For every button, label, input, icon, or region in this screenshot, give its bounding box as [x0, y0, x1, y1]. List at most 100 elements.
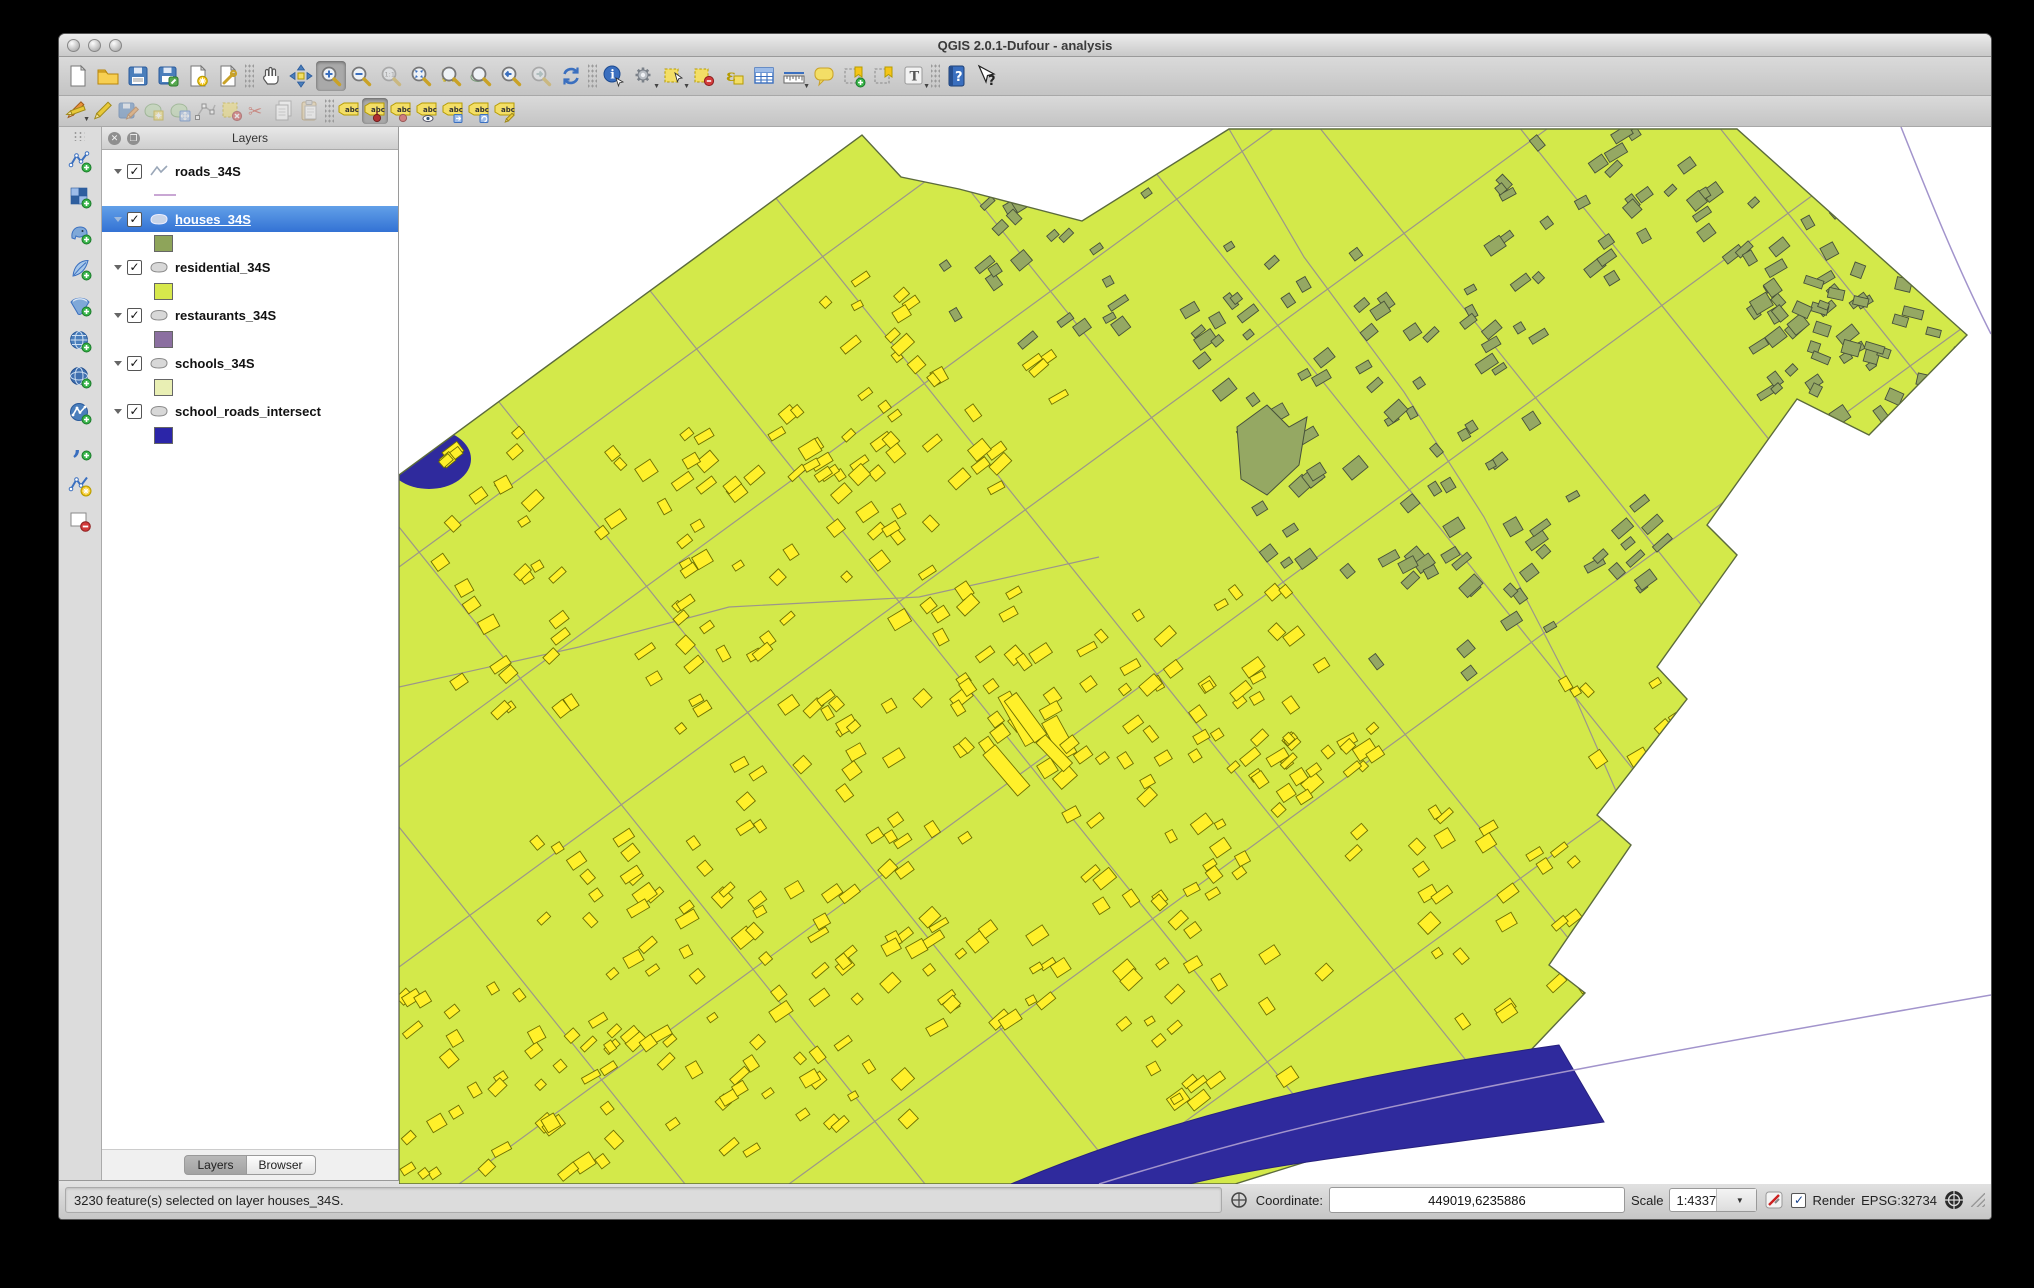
measure-line-icon[interactable]: ▼ [779, 61, 810, 91]
layer-visibility-checkbox[interactable]: ✓ [127, 403, 142, 419]
layer-visibility-checkbox[interactable]: ✓ [127, 211, 142, 227]
change-label-properties-icon[interactable]: abc [492, 98, 518, 124]
pan-map-icon[interactable] [256, 61, 286, 91]
map-tips-icon[interactable] [809, 61, 839, 91]
layers-panel-title: Layers [231, 131, 269, 145]
layer-visibility-checkbox[interactable]: ✓ [127, 259, 142, 275]
crs-status-icon[interactable] [1943, 1189, 1965, 1211]
add-raster-layer-icon[interactable] [64, 181, 96, 213]
scale-dropdown-arrow-icon[interactable]: ▼ [1716, 1189, 1757, 1211]
new-shapefile-layer-icon[interactable] [64, 469, 96, 501]
delete-selected-icon [219, 98, 245, 124]
panel-tab-layers[interactable]: Layers [184, 1155, 247, 1175]
layer-label[interactable]: schools_34S [175, 356, 255, 371]
zoom-full-icon[interactable] [406, 61, 436, 91]
zoom-next-icon [526, 61, 556, 91]
new-print-composer-icon[interactable] [183, 61, 213, 91]
layer-item-houses_34S[interactable]: ✓ houses_34S [102, 206, 398, 232]
pan-to-selection-icon[interactable] [286, 61, 316, 91]
stop-render-icon[interactable] [1763, 1189, 1785, 1211]
refresh-map-icon[interactable] [556, 61, 586, 91]
layer-label[interactable]: residential_34S [175, 260, 270, 275]
layer-symbology-row [102, 328, 398, 350]
layer-visibility-checkbox[interactable]: ✓ [127, 307, 142, 323]
add-wcs-layer-icon[interactable] [64, 361, 96, 393]
expander-icon[interactable] [114, 408, 122, 414]
move-feature-icon [167, 98, 193, 124]
remove-layer-icon[interactable] [64, 505, 96, 537]
zoom-to-layer-icon[interactable] [466, 61, 496, 91]
layer-item-residential_34S[interactable]: ✓ residential_34S [102, 254, 398, 280]
status-bar: 3230 feature(s) selected on layer houses… [59, 1180, 1991, 1219]
new-bookmark-icon[interactable] [839, 61, 869, 91]
add-mssql-layer-icon[interactable] [64, 289, 96, 321]
save-project-as-icon[interactable] [153, 61, 183, 91]
select-by-expression-icon[interactable]: ε [719, 61, 749, 91]
toggle-editing-icon[interactable] [89, 98, 115, 124]
text-annotation-icon[interactable]: T ▼ [899, 61, 930, 91]
mouse-position-icon[interactable] [1228, 1189, 1250, 1211]
layer-label[interactable]: roads_34S [175, 164, 241, 179]
zoom-last-icon[interactable] [496, 61, 526, 91]
zoom-to-selection-icon[interactable] [436, 61, 466, 91]
identify-features-icon[interactable]: i [599, 61, 629, 91]
panel-tab-browser[interactable]: Browser [246, 1155, 316, 1175]
expander-icon[interactable] [114, 264, 122, 270]
add-delimited-text-layer-icon[interactable]: , [64, 433, 96, 465]
cut-features-icon: ✂ [245, 98, 271, 124]
add-wms-layer-icon[interactable] [64, 325, 96, 357]
layer-item-school_roads_intersect[interactable]: ✓ school_roads_intersect [102, 398, 398, 424]
open-attribute-table-icon[interactable] [749, 61, 779, 91]
layer-label[interactable]: restaurants_34S [175, 308, 276, 323]
current-edits-icon[interactable]: ▼ [63, 98, 90, 124]
whats-this-icon[interactable]: ? [972, 61, 1002, 91]
deselect-features-icon[interactable] [689, 61, 719, 91]
rotate-label-icon[interactable]: abc [466, 98, 492, 124]
show-bookmarks-icon[interactable] [869, 61, 899, 91]
layer-item-schools_34S[interactable]: ✓ schools_34S [102, 350, 398, 376]
expander-icon[interactable] [114, 312, 122, 318]
add-vector-layer-icon[interactable] [64, 145, 96, 177]
add-spatialite-layer-icon[interactable] [64, 253, 96, 285]
run-feature-action-icon[interactable]: ▼ [629, 61, 660, 91]
title-bar[interactable]: QGIS 2.0.1-Dufour - analysis [59, 34, 1991, 57]
resize-grip[interactable] [1971, 1193, 1985, 1207]
layers-panel: ✕ ❐ Layers ✓ roads_34S ✓ houses_34S ✓ residen… [102, 127, 399, 1180]
svg-text:abc: abc [397, 106, 411, 114]
expander-icon[interactable] [114, 216, 122, 222]
layer-labeling-options-icon[interactable]: abc [336, 98, 362, 124]
scale-combo[interactable]: 1:4337 ▼ [1669, 1188, 1758, 1212]
select-features-icon[interactable]: ▼ [659, 61, 690, 91]
expander-icon[interactable] [114, 360, 122, 366]
highlight-pinned-labels-icon[interactable]: abc [388, 98, 414, 124]
layer-symbology-row [102, 424, 398, 446]
layer-item-restaurants_34S[interactable]: ✓ restaurants_34S [102, 302, 398, 328]
move-label-icon[interactable]: abc [440, 98, 466, 124]
save-project-icon[interactable] [123, 61, 153, 91]
zoom-in-icon[interactable] [316, 61, 346, 91]
new-project-icon[interactable] [63, 61, 93, 91]
zoom-out-icon[interactable] [346, 61, 376, 91]
open-project-icon[interactable] [93, 61, 123, 91]
layer-item-roads_34S[interactable]: ✓ roads_34S [102, 158, 398, 184]
layer-visibility-checkbox[interactable]: ✓ [127, 163, 142, 179]
pin-unpin-labels-icon[interactable]: abc [362, 98, 388, 124]
toolbar-drag-handle[interactable] [73, 131, 85, 141]
svg-text:abc: abc [501, 106, 515, 114]
render-checkbox[interactable]: ✓ [1791, 1192, 1807, 1208]
layer-label[interactable]: houses_34S [175, 212, 251, 227]
composer-manager-icon[interactable] [213, 61, 243, 91]
layer-label[interactable]: school_roads_intersect [175, 404, 321, 419]
add-postgis-layer-icon[interactable] [64, 217, 96, 249]
main-toolbar: 1:1 i ▼ ▼ ε ▼ T ▼?? [59, 57, 1991, 96]
node-tool-icon [193, 98, 219, 124]
expander-icon[interactable] [114, 168, 122, 174]
help-contents-icon[interactable]: ? [942, 61, 972, 91]
show-hide-labels-icon[interactable]: abc [414, 98, 440, 124]
layer-visibility-checkbox[interactable]: ✓ [127, 355, 142, 371]
coordinate-input[interactable] [1328, 1187, 1625, 1213]
svg-text:?: ? [988, 74, 996, 88]
add-wfs-layer-icon[interactable] [64, 397, 96, 429]
render-label: Render [1812, 1192, 1856, 1208]
map-canvas[interactable] [399, 127, 1991, 1184]
